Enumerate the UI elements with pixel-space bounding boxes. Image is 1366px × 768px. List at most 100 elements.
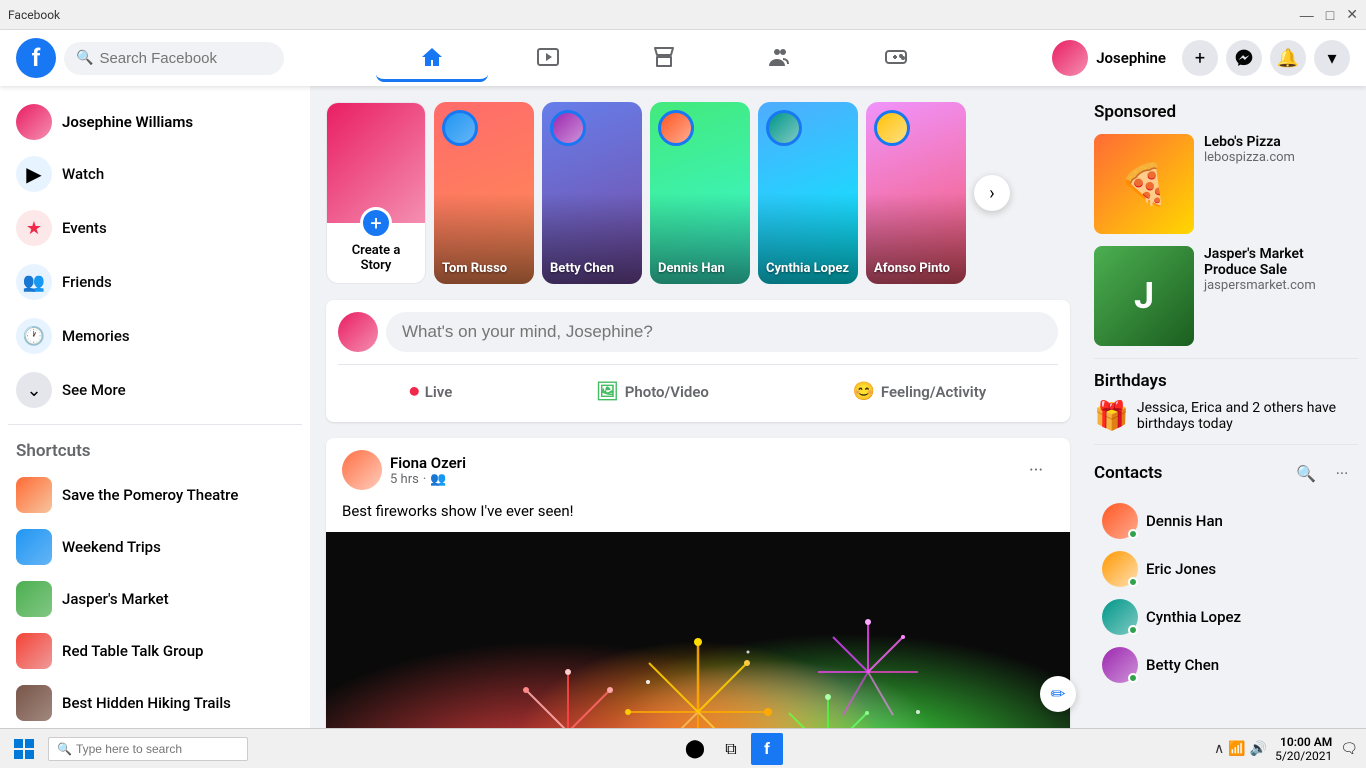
story-afonso[interactable]: Afonso Pinto [866, 102, 966, 284]
taskbar-search-bar[interactable]: 🔍 [48, 737, 248, 761]
shortcut-trips-label: Weekend Trips [62, 538, 161, 556]
main-layout: Josephine Williams ▶ Watch ★ Events 👥 Fr… [0, 86, 1366, 728]
main-feed: + Create a Story Tom Russo Betty Chen D [310, 86, 1086, 728]
shortcut-hiking[interactable]: Best Hidden Hiking Trails [8, 677, 302, 728]
fireworks-svg [326, 532, 1070, 728]
shortcut-jasper[interactable]: Jasper's Market [8, 573, 302, 625]
sidebar-item-see-more[interactable]: ⌄ See More [8, 364, 302, 416]
jasper-icon [16, 581, 52, 617]
post-more-button[interactable]: ··· [1018, 452, 1054, 488]
contacts-search-button[interactable]: 🔍 [1290, 457, 1322, 489]
facebook-logo[interactable]: f [16, 38, 56, 78]
contact-cynthia-lopez[interactable]: Cynthia Lopez [1094, 593, 1358, 641]
maximize-button[interactable]: □ [1326, 6, 1334, 23]
sidebar-events-label: Events [62, 219, 107, 237]
contacts-more-button[interactable]: ··· [1326, 457, 1358, 489]
ad-jaspers-market[interactable]: J Jasper's Market Produce Sale jaspersma… [1094, 246, 1358, 346]
minimize-button[interactable]: ― [1300, 6, 1314, 23]
taskbar-search-input[interactable] [76, 742, 239, 756]
ad-lebos-pizza[interactable]: 🍕 Lebo's Pizza lebospizza.com [1094, 134, 1358, 234]
start-button[interactable] [8, 733, 40, 765]
sidebar-watch-label: Watch [62, 165, 104, 183]
search-bar[interactable]: 🔍 [64, 42, 284, 75]
sidebar-item-events[interactable]: ★ Events [8, 202, 302, 254]
fiona-name: Fiona Ozeri [390, 454, 466, 472]
tray-up-icon[interactable]: ∧ [1214, 741, 1224, 757]
cynthia-story-name: Cynthia Lopez [766, 261, 850, 276]
cynthia-online-indicator [1128, 625, 1138, 635]
pomeroy-icon [16, 477, 52, 513]
cynthia-contact-avatar [1102, 599, 1138, 635]
cynthia-contact-name: Cynthia Lopez [1146, 608, 1241, 626]
titlebar: Facebook ― □ ✕ [0, 0, 1366, 30]
left-sidebar: Josephine Williams ▶ Watch ★ Events 👥 Fr… [0, 86, 310, 728]
dennis-story-name: Dennis Han [658, 261, 742, 276]
contact-dennis-han[interactable]: Dennis Han [1094, 497, 1358, 545]
taskbar-task-view-icon[interactable]: ⧉ [715, 733, 747, 765]
profile-nav-button[interactable]: Josephine [1044, 36, 1174, 80]
birthdays-title: Birthdays [1094, 371, 1358, 391]
sidebar-see-more-label: See More [62, 381, 126, 399]
contacts-title: Contacts [1094, 463, 1162, 483]
sidebar-item-memories[interactable]: 🕐 Memories [8, 310, 302, 362]
nav-gaming-button[interactable] [840, 34, 952, 82]
taskbar-facebook-icon[interactable]: f [751, 733, 783, 765]
feeling-icon: 😊 [852, 381, 874, 402]
friends-sidebar-icon: 👥 [16, 264, 52, 300]
shortcut-redtable[interactable]: Red Table Talk Group [8, 625, 302, 677]
shortcut-jasper-label: Jasper's Market [62, 590, 169, 608]
afonso-story-name: Afonso Pinto [874, 261, 958, 276]
taskbar-search-icon: 🔍 [57, 742, 72, 756]
story-cynthia[interactable]: Cynthia Lopez [758, 102, 858, 284]
notification-tray-icon[interactable]: 🗨 [1340, 741, 1358, 757]
story-tom[interactable]: Tom Russo [434, 102, 534, 284]
ad-jasper-name: Jasper's Market Produce Sale [1204, 246, 1358, 278]
post-image [326, 532, 1070, 728]
stories-next-arrow[interactable]: › [974, 175, 1010, 211]
birthday-icon: 🎁 [1094, 399, 1129, 432]
sidebar-user-name: Josephine Williams [62, 113, 193, 131]
taskbar-cortana-icon[interactable]: ⬤ [679, 733, 711, 765]
shortcut-pomeroy[interactable]: Save the Pomeroy Theatre [8, 469, 302, 521]
sidebar-user-profile[interactable]: Josephine Williams [8, 96, 302, 148]
dennis-story-avatar [658, 110, 694, 146]
nav-home-button[interactable] [376, 34, 488, 82]
network-icon[interactable]: 📶 [1228, 741, 1245, 757]
sidebar-divider [8, 424, 302, 425]
top-navigation: f 🔍 Josephine + 🔔 ▾ [0, 30, 1366, 86]
system-clock[interactable]: 10:00 AM 5/20/2021 [1275, 735, 1332, 763]
story-dennis[interactable]: Dennis Han [650, 102, 750, 284]
feeling-action-button[interactable]: 😊 Feeling/Activity [840, 373, 998, 410]
sidebar-item-watch[interactable]: ▶ Watch [8, 148, 302, 200]
add-button[interactable]: + [1182, 40, 1218, 76]
search-input[interactable] [99, 50, 272, 67]
watch-sidebar-icon: ▶ [16, 156, 52, 192]
story-betty[interactable]: Betty Chen [542, 102, 642, 284]
post-user-info: Fiona Ozeri 5 hrs · 👥 [390, 454, 466, 487]
fiona-avatar[interactable] [342, 450, 382, 490]
window-title: Facebook [8, 8, 60, 22]
nav-watch-button[interactable] [492, 34, 604, 82]
sidebar-item-friends[interactable]: 👥 Friends [8, 256, 302, 308]
post-box-divider [338, 364, 1058, 365]
notifications-button[interactable]: 🔔 [1270, 40, 1306, 76]
nav-marketplace-button[interactable] [608, 34, 720, 82]
live-action-button[interactable]: ⏺ Live [398, 373, 465, 410]
post-input-field[interactable] [386, 312, 1058, 352]
dennis-contact-avatar [1102, 503, 1138, 539]
contact-eric-jones[interactable]: Eric Jones [1094, 545, 1358, 593]
volume-icon[interactable]: 🔊 [1250, 741, 1267, 757]
trips-icon [16, 529, 52, 565]
close-button[interactable]: ✕ [1346, 6, 1358, 23]
contact-betty-chen[interactable]: Betty Chen [1094, 641, 1358, 689]
photo-action-button[interactable]: 🖼 Photo/Video [584, 373, 721, 410]
nav-groups-button[interactable] [724, 34, 836, 82]
ad-lebos-url: lebospizza.com [1204, 150, 1358, 165]
create-story-card[interactable]: + Create a Story [326, 102, 426, 284]
messenger-button[interactable] [1226, 40, 1262, 76]
live-icon: ⏺ [410, 381, 419, 402]
shortcut-trips[interactable]: Weekend Trips [8, 521, 302, 573]
settings-dropdown-button[interactable]: ▾ [1314, 40, 1350, 76]
post-header: Fiona Ozeri 5 hrs · 👥 ··· [326, 438, 1070, 502]
photo-icon: 🖼 [596, 381, 619, 402]
